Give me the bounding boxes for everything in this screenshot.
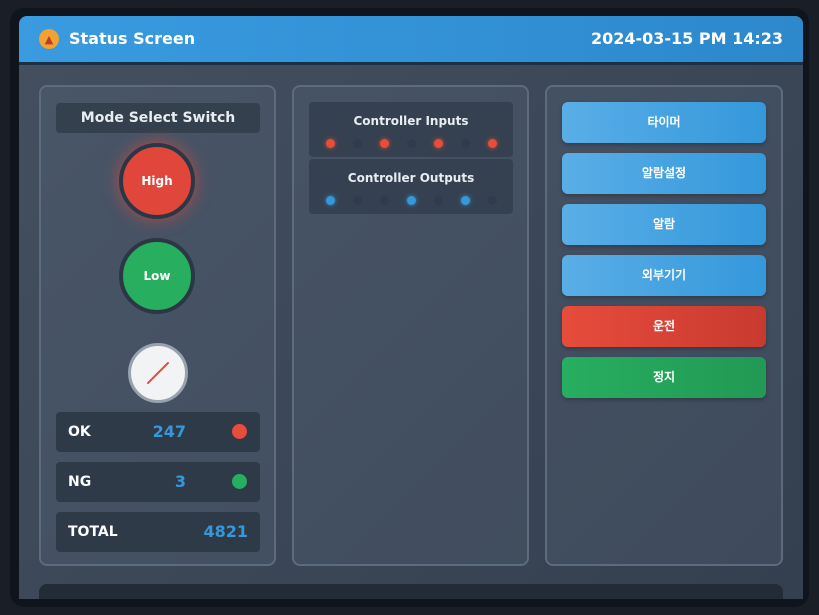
command-button-panel: 타이머알람설정알람외부기기운전정지: [545, 85, 783, 566]
output-led-4: [407, 196, 416, 205]
controller-inputs-label: Controller Inputs: [353, 114, 469, 128]
controller-io-panel: Controller Inputs Controller Outputs: [292, 85, 529, 566]
controller-outputs-block: Controller Outputs: [309, 159, 513, 214]
external-device-button[interactable]: 외부기기: [562, 255, 766, 296]
output-led-1: [326, 196, 335, 205]
status-screen: ▲ Status Screen 2024-03-15 PM 14:23 Mode…: [19, 16, 803, 599]
input-led-6: [461, 139, 470, 148]
controller-outputs-label: Controller Outputs: [347, 171, 475, 185]
mode-select-title: Mode Select Switch: [56, 103, 260, 133]
ok-value: 247: [152, 422, 186, 441]
alarm-button[interactable]: 알람: [562, 204, 766, 245]
alarm-settings-button[interactable]: 알람설정: [562, 153, 766, 194]
low-mode-button[interactable]: Low: [119, 238, 195, 314]
header-bar: ▲ Status Screen 2024-03-15 PM 14:23: [19, 16, 803, 65]
output-led-7: [488, 196, 497, 205]
selector-pointer: [147, 362, 169, 384]
ng-count-row: NG 3: [56, 462, 260, 502]
high-mode-label: High: [141, 174, 173, 188]
output-led-2: [353, 196, 362, 205]
input-led-2: [353, 139, 362, 148]
ok-label: OK: [68, 424, 91, 440]
rotary-selector-icon[interactable]: [128, 343, 188, 403]
timer-button[interactable]: 타이머: [562, 102, 766, 143]
output-led-6: [461, 196, 470, 205]
input-led-7: [488, 139, 497, 148]
stop-button[interactable]: 정지: [562, 357, 766, 398]
low-mode-label: Low: [143, 269, 171, 283]
total-count-row: TOTAL 4821: [56, 512, 260, 552]
high-mode-button[interactable]: High: [119, 143, 195, 219]
output-led-3: [380, 196, 389, 205]
ng-label: NG: [68, 474, 92, 490]
ng-indicator-icon: [232, 474, 247, 489]
mode-select-panel: Mode Select Switch High Low OK 247 NG 3 …: [39, 85, 276, 566]
ok-indicator-icon: [232, 424, 247, 439]
ng-value: 3: [174, 472, 186, 491]
flame-icon: ▲: [39, 29, 59, 49]
ok-count-row: OK 247: [56, 412, 260, 452]
total-label: TOTAL: [68, 524, 118, 540]
screen-title: Status Screen: [69, 29, 196, 48]
output-led-5: [434, 196, 443, 205]
date-time-display: 2024-03-15 PM 14:23: [590, 29, 783, 48]
input-led-4: [407, 139, 416, 148]
input-led-5: [434, 139, 443, 148]
footer-bar: [39, 584, 783, 599]
controller-inputs-block: Controller Inputs: [309, 102, 513, 157]
run-button[interactable]: 운전: [562, 306, 766, 347]
total-value: 4821: [203, 522, 248, 541]
input-led-1: [326, 139, 335, 148]
input-led-3: [380, 139, 389, 148]
